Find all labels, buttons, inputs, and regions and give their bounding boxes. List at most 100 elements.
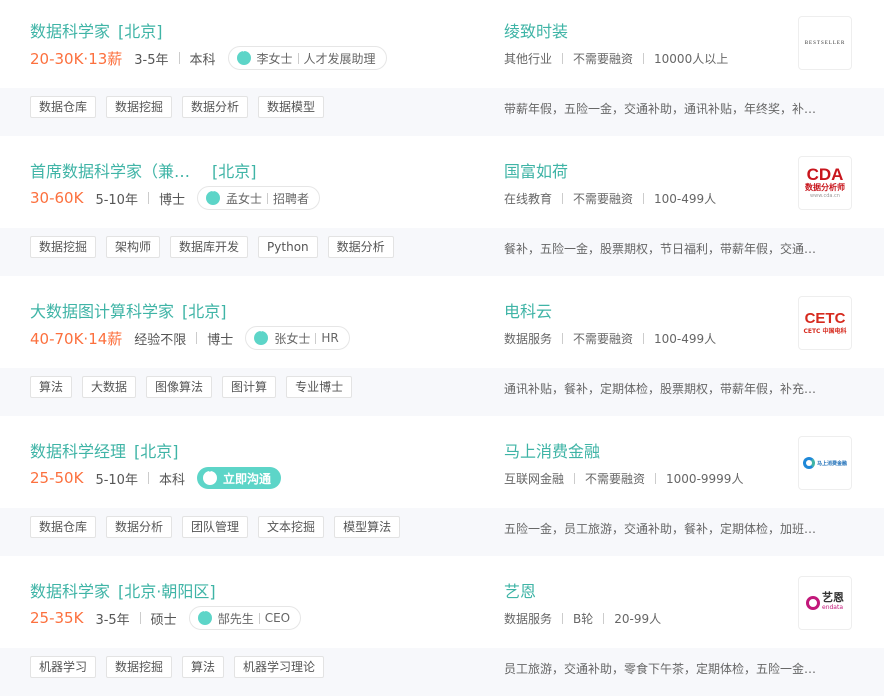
company-name[interactable]: 电科云 <box>504 298 552 322</box>
recruiter-role: 招聘者 <box>272 191 309 206</box>
skill-tag: Python <box>258 236 318 258</box>
skill-tag: 数据库开发 <box>170 236 249 258</box>
job-city: [北京·朝阳区] <box>118 582 216 601</box>
divider <box>315 332 317 344</box>
job-title[interactable]: 大数据图计算科学家 <box>30 302 174 321</box>
recruiter-chip[interactable]: 郜先生 CEO <box>188 606 302 630</box>
company-logo[interactable]: CDA 数据分析师 www.cda.cn <box>798 156 852 210</box>
chat-icon <box>254 328 269 345</box>
divider <box>147 472 149 484</box>
company-name[interactable]: 国富如荷 <box>504 158 568 182</box>
divider <box>178 52 180 64</box>
skill-tag: 数据模型 <box>258 96 325 118</box>
funding: 不需要融资 <box>573 52 634 66</box>
salary: 20-30K·13薪 <box>30 49 123 68</box>
job-card[interactable]: 大数据图计算科学家[北京] 40-70K·14薪 经验不限 博士 张女士 HR … <box>0 280 884 420</box>
divider <box>147 192 149 204</box>
benefits: 五险一金，员工旅游，交通补助，餐补，定期体检，加班… <box>504 522 817 536</box>
skill-tag: 大数据 <box>82 376 137 398</box>
divider <box>139 612 141 624</box>
tag-list: 算法 大数据 图像算法 图计算 专业博士 <box>30 376 362 398</box>
experience: 5-10年 <box>95 192 138 208</box>
company-logo[interactable]: BESTSELLER <box>798 16 852 70</box>
divider <box>297 52 299 64</box>
company-logo[interactable]: 艺恩 endata <box>798 576 852 630</box>
job-footer: 数据挖掘 架构师 数据库开发 Python 数据分析 餐补，五险一金，股票期权，… <box>0 228 884 276</box>
job-city: [北京] <box>134 442 179 461</box>
education: 博士 <box>207 332 234 348</box>
job-card[interactable]: 首席数据科学家（兼… [北京] 30-60K 5-10年 博士 孟女士 招聘者 国… <box>0 140 884 280</box>
job-card[interactable]: 数据科学家[北京] 20-30K·13薪 3-5年 本科 李女士 人才发展助理 … <box>0 0 884 140</box>
job-card[interactable]: 数据科学家 [北京·朝阳区] 25-35K 3-5年 硕士 郜先生 CEO 艺恩 … <box>0 560 884 700</box>
education: 硕士 <box>150 612 177 628</box>
divider <box>655 473 657 484</box>
chat-icon <box>197 608 212 625</box>
job-meta: 25-35K 3-5年 硕士 郜先生 CEO <box>30 606 302 630</box>
recruiter-chip[interactable]: 张女士 HR <box>245 326 350 350</box>
company-name[interactable]: 马上消费金融 <box>504 438 600 462</box>
company-info: 数据服务 B轮 20-99人 <box>504 610 661 627</box>
experience: 3-5年 <box>95 612 130 628</box>
job-title-link[interactable]: 首席数据科学家（兼… [北京] <box>30 158 257 182</box>
job-footer: 机器学习 数据挖掘 算法 机器学习理论 员工旅游，交通补助，零食下午茶，定期体检… <box>0 648 884 696</box>
industry: 数据服务 <box>504 332 553 346</box>
skill-tag: 图像算法 <box>146 376 213 398</box>
skill-tag: 架构师 <box>106 236 161 258</box>
funding: 不需要融资 <box>573 192 634 206</box>
job-title[interactable]: 数据科学家 <box>30 582 110 601</box>
education: 本科 <box>158 472 185 488</box>
divider <box>562 613 564 624</box>
skill-tag: 机器学习 <box>30 656 97 678</box>
logo-mark-icon <box>802 457 815 469</box>
benefits: 员工旅游，交通补助，零食下午茶，定期体检，五险一金… <box>504 662 817 676</box>
job-title-link[interactable]: 数据科学家 [北京] <box>30 18 163 42</box>
benefits: 餐补，五险一金，股票期权，节日福利，带薪年假，交通… <box>504 242 817 256</box>
logo-url: www.cda.cn <box>810 193 840 199</box>
company-name[interactable]: 艺恩 <box>504 578 536 602</box>
logo-text: 艺恩 <box>822 591 844 604</box>
job-title[interactable]: 数据科学经理 <box>30 442 126 461</box>
benefits: 带薪年假，五险一金，交通补助，通讯补贴，年终奖，补… <box>504 102 817 116</box>
job-title-link[interactable]: 数据科学经理 [北京] <box>30 438 179 462</box>
divider <box>258 612 260 624</box>
chat-now-label: 立即沟通 <box>222 471 271 486</box>
skill-tag: 团队管理 <box>182 516 249 538</box>
logo-text: BESTSELLER <box>804 40 846 46</box>
recruiter-role: 人才发展助理 <box>303 51 376 66</box>
recruiter-chip[interactable]: 李女士 人才发展助理 <box>227 46 387 70</box>
recruiter-name: 张女士 <box>274 331 311 346</box>
experience: 3-5年 <box>134 52 169 68</box>
company-info: 在线教育 不需要融资 100-499人 <box>504 190 716 207</box>
recruiter-chip[interactable]: 孟女士 招聘者 <box>196 186 320 210</box>
company-logo[interactable]: 马上消费金融 <box>798 436 852 490</box>
tag-list: 机器学习 数据挖掘 算法 机器学习理论 <box>30 656 334 678</box>
divider <box>643 193 645 204</box>
skill-tag: 数据仓库 <box>30 516 97 538</box>
skill-tag: 文本挖掘 <box>258 516 325 538</box>
company-size: 10000人以上 <box>654 52 729 66</box>
company-name[interactable]: 绫致时装 <box>504 18 568 42</box>
logo-subtext: CETC 中国电科 <box>803 327 847 335</box>
job-footer: 数据仓库 数据分析 团队管理 文本挖掘 模型算法 五险一金，员工旅游，交通补助，… <box>0 508 884 556</box>
job-title-link[interactable]: 数据科学家 [北京·朝阳区] <box>30 578 216 602</box>
job-card[interactable]: 数据科学经理 [北京] 25-50K 5-10年 本科 立即沟通 马上消费金融 互… <box>0 420 884 560</box>
company-size: 100-499人 <box>654 332 717 346</box>
skill-tag: 模型算法 <box>334 516 401 538</box>
divider <box>574 473 576 484</box>
job-title[interactable]: 首席数据科学家（兼… <box>30 162 190 181</box>
divider <box>643 53 645 64</box>
skill-tag: 算法 <box>182 656 225 678</box>
job-title-link[interactable]: 大数据图计算科学家 [北京] <box>30 298 227 322</box>
company-info: 数据服务 不需要融资 100-499人 <box>504 330 716 347</box>
job-footer: 数据仓库 数据挖掘 数据分析 数据模型 带薪年假，五险一金，交通补助，通讯补贴，… <box>0 88 884 136</box>
chat-now-button[interactable]: 立即沟通 <box>196 467 281 489</box>
skill-tag: 数据挖掘 <box>30 236 97 258</box>
skill-tag: 数据分析 <box>327 236 394 258</box>
skill-tag: 算法 <box>30 376 73 398</box>
logo-text: 马上消费金融 <box>816 460 847 467</box>
salary: 25-35K <box>30 609 84 627</box>
skill-tag: 机器学习理论 <box>234 656 325 678</box>
company-logo[interactable]: CETC CETC 中国电科 <box>798 296 852 350</box>
job-meta: 20-30K·13薪 3-5年 本科 李女士 人才发展助理 <box>30 46 387 70</box>
job-title[interactable]: 数据科学家 <box>30 22 110 41</box>
